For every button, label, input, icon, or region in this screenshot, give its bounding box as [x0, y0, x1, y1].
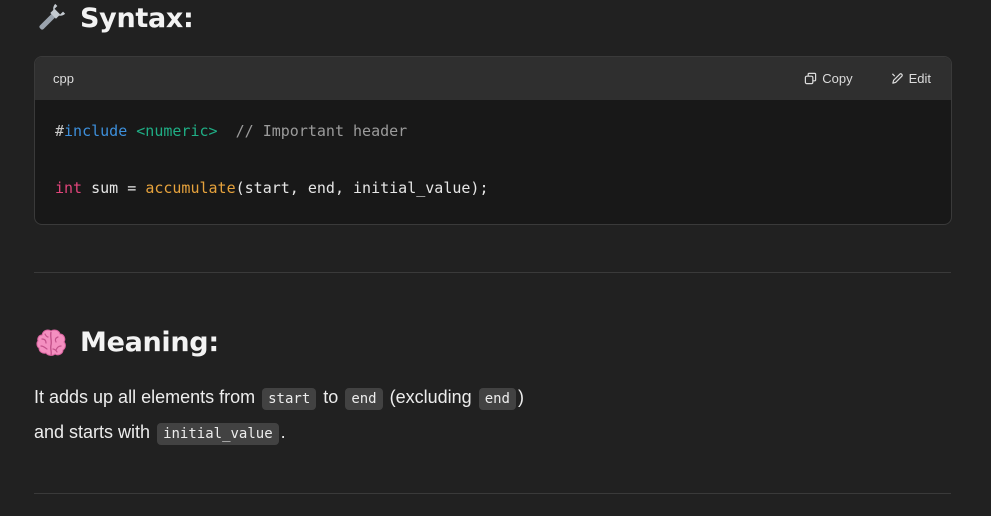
brain-icon: [34, 325, 68, 359]
code-function: accumulate: [145, 179, 236, 197]
text: (excluding: [389, 387, 472, 407]
syntax-heading: Syntax:: [34, 0, 194, 36]
code-hash: #: [55, 122, 65, 140]
code-comment: // Important header: [235, 122, 408, 140]
inline-code: end: [345, 388, 383, 410]
code-body: #include <numeric> // Important header i…: [35, 100, 951, 220]
code-line-accumulate: int sum = accumulate(start, end, initial…: [55, 179, 931, 198]
code-args: (start, end, initial_value);: [235, 179, 489, 197]
inline-code: initial_value: [157, 423, 279, 445]
meaning-line-1: It adds up all elements from start to en…: [34, 381, 524, 416]
meaning-line-2: and starts with initial_value.: [34, 416, 524, 451]
text: and starts with: [34, 422, 151, 442]
divider: [34, 493, 951, 494]
wrench-icon: [34, 1, 68, 35]
edit-button[interactable]: Edit: [891, 71, 931, 86]
syntax-title: Syntax:: [80, 2, 194, 34]
divider: [34, 272, 951, 273]
text: .: [280, 422, 286, 442]
code-var: sum: [91, 179, 119, 197]
text: It adds up all elements from: [34, 387, 256, 407]
code-op: =: [127, 179, 137, 197]
code-language-label: cpp: [53, 71, 74, 86]
inline-code: end: [478, 388, 516, 410]
copy-label: Copy: [822, 71, 853, 86]
meaning-paragraph: It adds up all elements from start to en…: [34, 381, 524, 451]
code-actions: Copy Edit: [804, 71, 931, 86]
code-header-name: <numeric>: [136, 122, 218, 140]
chat-message: Syntax: cpp Copy Edit #include <numeric>…: [0, 0, 991, 516]
text: ): [518, 387, 524, 407]
code-line-include: #include <numeric> // Important header: [55, 122, 931, 141]
code-block: cpp Copy Edit #include <numeric> // Impo…: [34, 56, 952, 225]
text: to: [323, 387, 339, 407]
meaning-heading: Meaning:: [34, 324, 219, 360]
meaning-title: Meaning:: [80, 326, 219, 358]
inline-code: start: [262, 388, 317, 410]
copy-icon: [805, 72, 817, 85]
code-directive: include: [64, 122, 128, 140]
copy-button[interactable]: Copy: [804, 71, 853, 86]
pencil-icon: [891, 73, 903, 84]
code-type: int: [55, 179, 83, 197]
edit-label: Edit: [908, 71, 931, 86]
code-block-header: cpp Copy Edit: [35, 57, 951, 100]
